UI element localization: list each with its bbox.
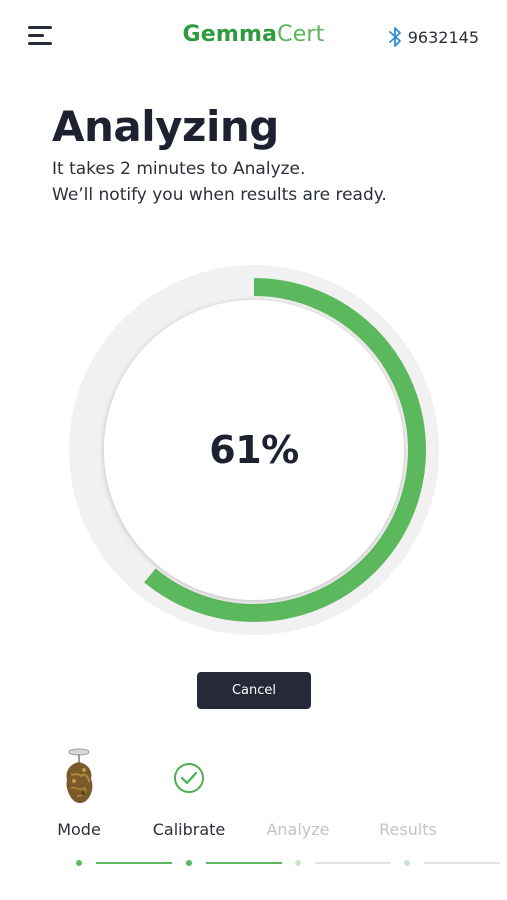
logo-text-cert: Cert — [277, 22, 325, 47]
step-connector-3 — [315, 862, 391, 864]
page-title: Analyzing — [52, 102, 279, 151]
step-connector-4 — [424, 862, 500, 864]
device-id: 9632145 — [407, 27, 479, 47]
bluetooth-icon — [388, 27, 401, 47]
step-label-mode: Mode — [57, 820, 101, 839]
step-label-calibrate: Calibrate — [152, 820, 226, 839]
step-indicator: Mode Calibrate Analyze Results — [0, 748, 507, 848]
step-label-analyze: Analyze — [266, 820, 330, 839]
step-dot-results — [404, 860, 410, 866]
subtitle-line-1: It takes 2 minutes to Analyze. — [52, 159, 306, 179]
sample-bud-icon — [24, 748, 134, 808]
progress-ring: 61% — [68, 264, 440, 636]
step-dot-mode — [76, 860, 82, 866]
progress-percent-label: 61% — [209, 428, 299, 472]
device-connection[interactable]: 9632145 — [388, 27, 479, 47]
cancel-button[interactable]: Cancel — [197, 672, 311, 709]
page-subtitle: It takes 2 minutes to Analyze. We’ll not… — [52, 156, 387, 208]
step-progress-bar — [0, 856, 507, 870]
step-dot-calibrate — [186, 860, 192, 866]
step-dot-analyze — [295, 860, 301, 866]
step-label-results: Results — [379, 820, 437, 839]
step-connector-2 — [206, 862, 282, 864]
logo-text-gemma: Gemma — [182, 22, 278, 47]
check-circle-icon — [134, 748, 244, 808]
subtitle-line-2: We’ll notify you when results are ready. — [52, 185, 387, 205]
top-bar: GemmaCert 9632145 — [0, 0, 507, 74]
step-connector-1 — [96, 862, 172, 864]
